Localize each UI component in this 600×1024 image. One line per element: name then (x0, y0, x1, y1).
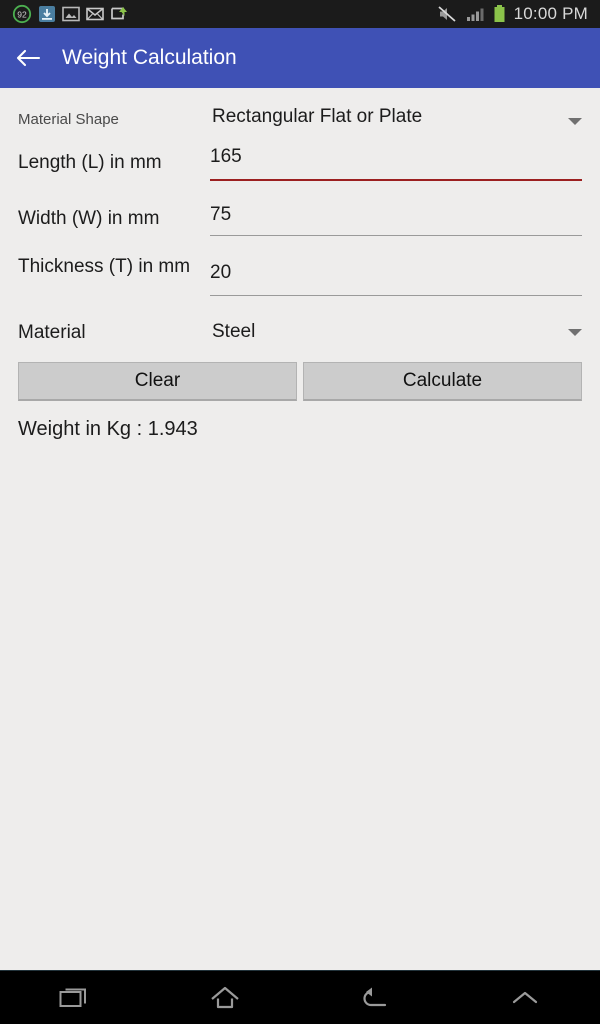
clear-button[interactable]: Clear (18, 362, 297, 401)
status-bar: 92 10:00 PM (0, 0, 600, 28)
home-icon (211, 986, 239, 1008)
calculate-button[interactable]: Calculate (303, 362, 582, 401)
recents-icon (59, 988, 86, 1007)
email-icon (86, 7, 104, 21)
material-value[interactable]: Steel (212, 321, 255, 343)
thickness-input[interactable]: 20 (210, 262, 231, 284)
length-label: Length (L) in mm (18, 152, 162, 173)
status-bar-notification-icons: 92 (0, 4, 128, 24)
back-nav-button[interactable] (315, 971, 435, 1024)
back-button[interactable] (0, 28, 56, 88)
navigation-bar (0, 970, 600, 1024)
device-screen: 92 10:00 PM Weight Calculation Material … (0, 0, 600, 1024)
thickness-label: Thickness (T) in mm (18, 256, 191, 277)
material-shape-label: Material Shape (18, 111, 119, 128)
chevron-down-icon[interactable] (568, 118, 582, 125)
battery-saver-level-text: 92 (17, 10, 27, 20)
recents-button[interactable] (15, 971, 135, 1024)
screenshot-image-icon (62, 6, 80, 22)
mute-icon (438, 6, 456, 22)
battery-icon (494, 5, 505, 22)
width-label: Width (W) in mm (18, 208, 160, 229)
length-input[interactable]: 165 (210, 146, 242, 168)
length-input-underline (210, 179, 582, 181)
page-title: Weight Calculation (62, 46, 237, 69)
material-shape-value[interactable]: Rectangular Flat or Plate (212, 106, 422, 128)
signal-bars-icon (466, 8, 484, 21)
screen-share-icon (111, 7, 127, 20)
arrow-left-icon (16, 49, 41, 67)
expand-button[interactable] (465, 971, 585, 1024)
status-bar-system-icons: 10:00 PM (437, 4, 600, 24)
home-button[interactable] (165, 971, 285, 1024)
chevron-up-icon (512, 991, 538, 1003)
battery-saver-92-icon: 92 (12, 4, 32, 24)
width-input-underline (210, 235, 582, 236)
download-manager-icon (39, 6, 55, 22)
result-text: Weight in Kg : 1.943 (18, 418, 198, 440)
thickness-input-underline (210, 295, 582, 296)
app-bar: Weight Calculation (0, 28, 600, 88)
back-arrow-icon (363, 987, 387, 1006)
status-bar-clock: 10:00 PM (513, 4, 588, 23)
material-label: Material (18, 322, 86, 343)
width-input[interactable]: 75 (210, 204, 231, 226)
material-chevron-down-icon[interactable] (568, 329, 582, 336)
form-content: Material Shape Rectangular Flat or Plate… (0, 88, 600, 970)
